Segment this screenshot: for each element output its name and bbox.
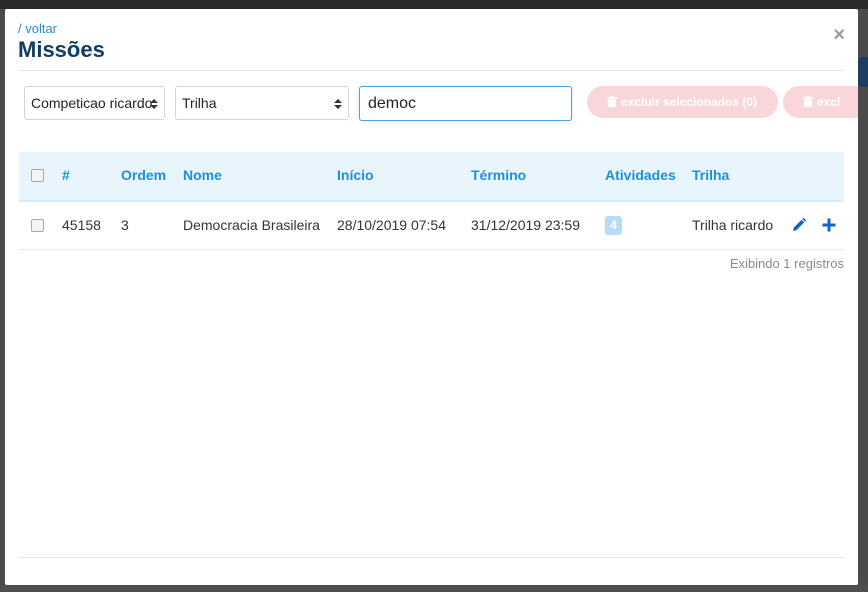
records-count: Exibindo 1 registros — [729, 256, 844, 271]
row-ordem: 3 — [121, 217, 129, 233]
modal-title: Missões — [18, 37, 105, 62]
footer-divider — [19, 557, 844, 558]
search-input[interactable] — [359, 86, 572, 121]
row-trilha: Trilha ricardo — [692, 217, 774, 233]
select-all-checkbox[interactable] — [31, 169, 44, 182]
delete-selected-button[interactable]: excluir selecionados (0) — [587, 86, 778, 118]
column-header-nome[interactable]: Nome — [183, 152, 222, 198]
delete-selected-label: excluir selecionados (0) — [621, 95, 758, 109]
sort-caret-icon — [150, 87, 158, 119]
close-icon[interactable]: × — [833, 25, 845, 45]
activities-count-badge[interactable]: 4 — [605, 216, 622, 235]
background-topbar — [0, 0, 868, 9]
trash-icon — [803, 86, 813, 118]
plus-icon[interactable] — [821, 217, 837, 233]
row-nome: Democracia Brasileira — [183, 217, 320, 233]
column-header-id[interactable]: # — [62, 152, 70, 198]
pencil-icon[interactable] — [791, 217, 807, 233]
delete-button-2[interactable]: excl — [783, 86, 858, 118]
trash-icon — [607, 86, 617, 118]
table-row: 45158 3 Democracia Brasileira 28/10/2019… — [19, 202, 844, 250]
trilha-select[interactable]: Trilha — [175, 86, 349, 120]
background-menu-button — [857, 57, 868, 87]
missions-table: # Ordem Nome Início Término Atividades T… — [19, 152, 844, 271]
back-link[interactable]: / voltar — [18, 21, 57, 36]
trilha-select-value: Trilha — [182, 95, 217, 111]
row-termino: 31/12/2019 23:59 — [471, 217, 580, 233]
column-header-ordem[interactable]: Ordem — [121, 152, 166, 198]
sort-caret-icon — [334, 87, 342, 119]
row-id: 45158 — [62, 217, 101, 233]
table-header: # Ordem Nome Início Término Atividades T… — [19, 152, 844, 202]
column-header-inicio[interactable]: Início — [337, 152, 374, 198]
missions-modal: / voltar Missões × Competicao ricardo Tr… — [5, 9, 858, 585]
header-divider — [19, 70, 844, 71]
delete-button-2-label: excl — [817, 95, 841, 109]
row-checkbox[interactable] — [31, 219, 44, 232]
background-bottom — [0, 585, 868, 592]
competition-select-value: Competicao ricardo — [31, 95, 153, 111]
column-header-trilha[interactable]: Trilha — [692, 152, 729, 198]
row-inicio: 28/10/2019 07:54 — [337, 217, 446, 233]
column-header-termino[interactable]: Término — [471, 152, 526, 198]
column-header-atividades[interactable]: Atividades — [605, 152, 676, 198]
competition-select[interactable]: Competicao ricardo — [24, 86, 165, 120]
